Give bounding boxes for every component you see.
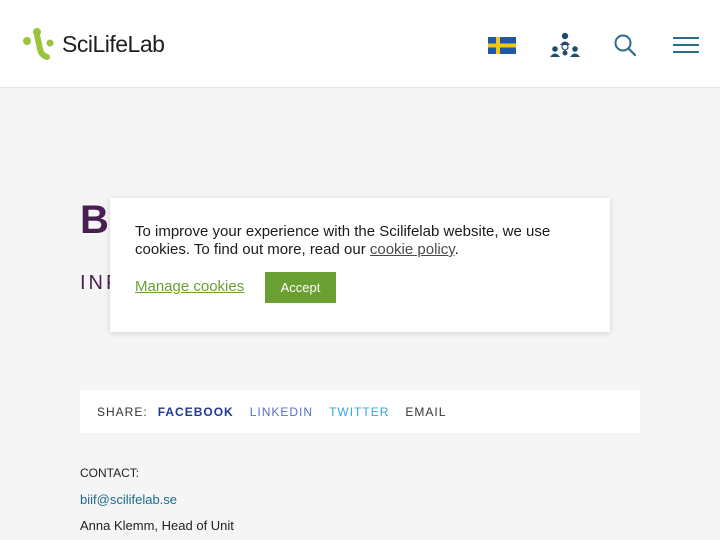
contact-name: Anna Klemm, Head of Unit [80,518,234,533]
share-linkedin-link[interactable]: LINKEDIN [250,405,313,419]
scilifelab-logo[interactable]: SciLifeLab [22,27,165,61]
cookie-message: To improve your experience with the Scil… [135,223,585,259]
share-twitter-link[interactable]: TWITTER [329,405,389,419]
cookie-text-before: To improve your experience with the Scil… [135,223,551,258]
swedish-flag-icon[interactable] [488,37,516,54]
logo-text: SciLifeLab [62,30,165,57]
cookie-policy-link[interactable]: cookie policy [370,241,455,258]
accept-button[interactable]: Accept [265,272,336,303]
menu-icon[interactable] [673,35,699,55]
cookie-banner: To improve your experience with the Scil… [110,198,610,332]
people-network-icon[interactable] [550,32,580,58]
manage-cookies-link[interactable]: Manage cookies [135,278,244,295]
share-facebook-link[interactable]: FACEBOOK [158,405,234,419]
share-bar: SHARE: FACEBOOK LINKEDIN TWITTER EMAIL [80,390,640,433]
site-header: SciLifeLab [0,0,720,88]
share-label: SHARE: [97,404,148,419]
contact-email-link[interactable]: biif@scilifelab.se [80,492,177,507]
scilifelab-mark-icon [23,28,54,60]
share-email-link[interactable]: EMAIL [405,405,446,419]
cookie-text-after: . [454,241,459,258]
contact-label: CONTACT: [80,466,140,480]
search-icon[interactable] [613,33,637,57]
